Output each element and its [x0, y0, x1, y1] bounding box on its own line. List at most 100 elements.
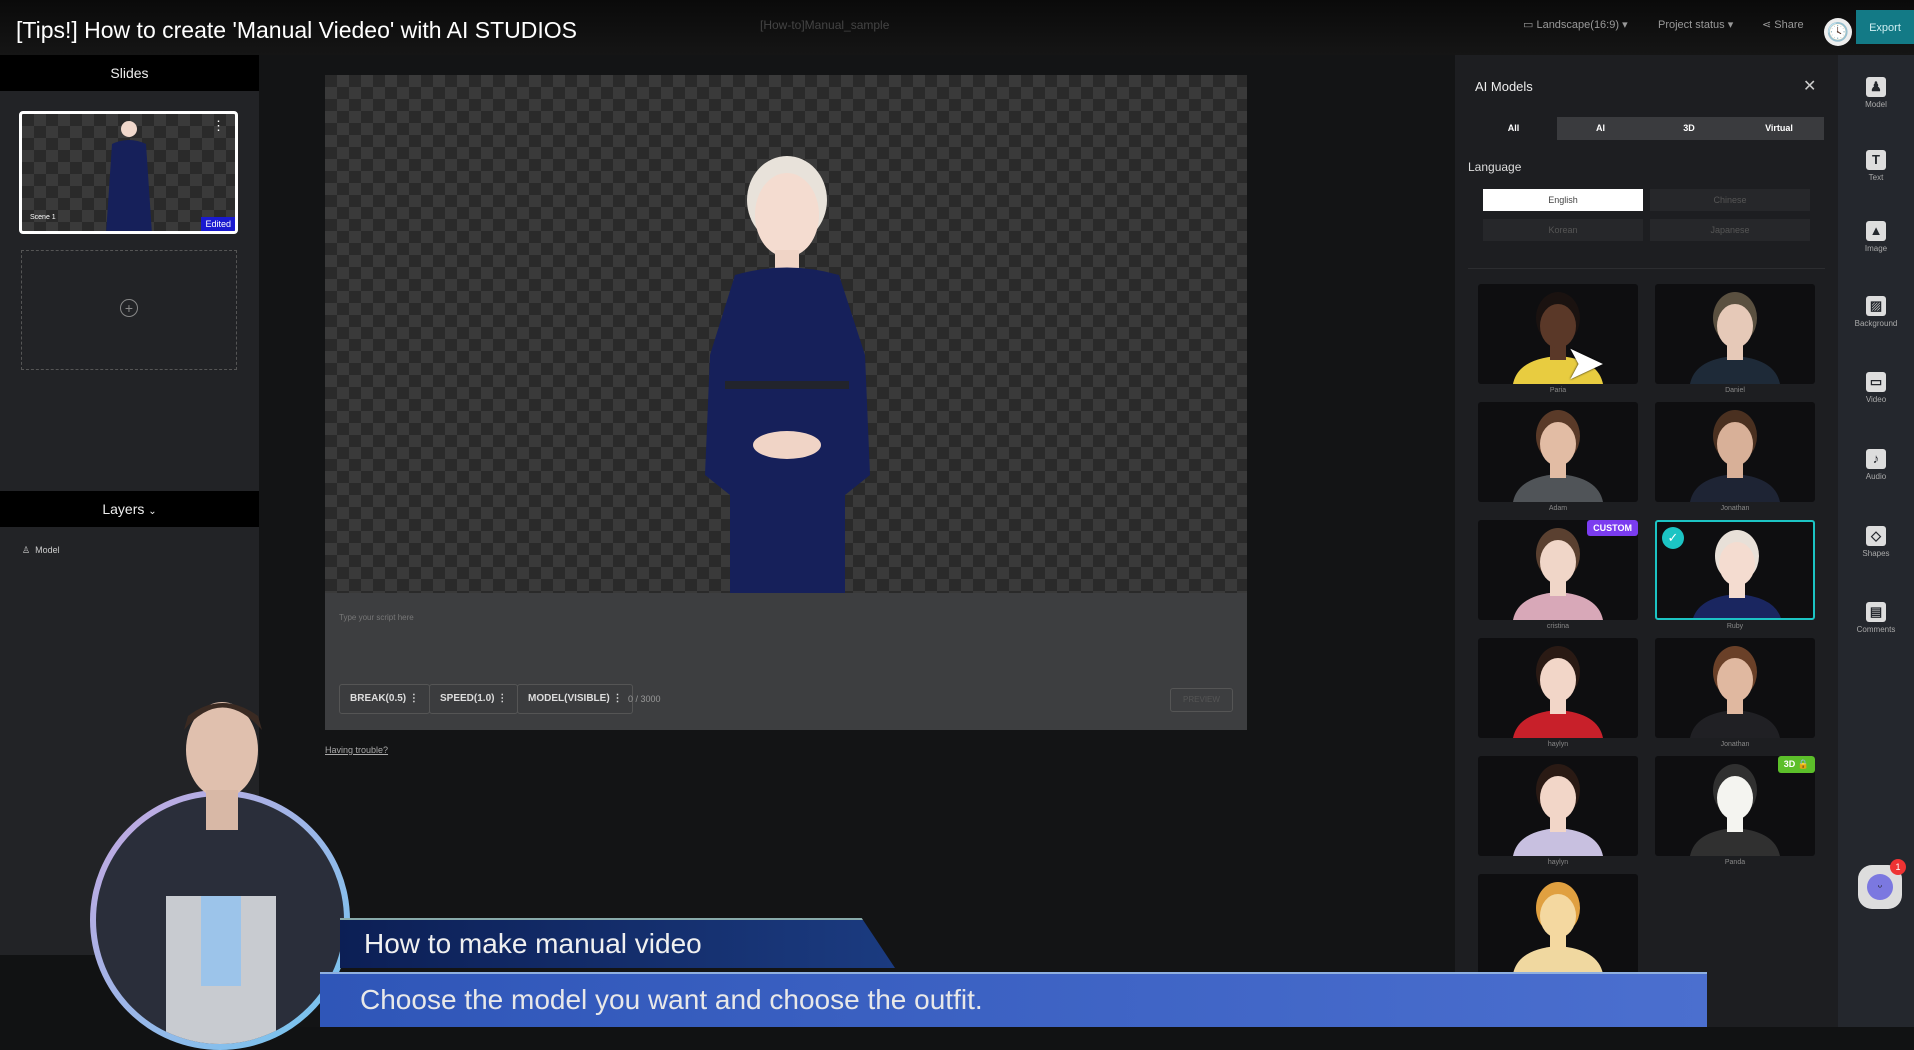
- character-counter: 0 / 3000: [628, 694, 661, 704]
- chatbot-button[interactable]: ᵕ 1: [1858, 859, 1906, 909]
- model-name: Paria: [1549, 387, 1567, 394]
- model-name: haylyn: [1547, 741, 1569, 748]
- model-name: Jonathan: [1720, 741, 1750, 748]
- watch-later-icon[interactable]: 🕓: [1824, 18, 1852, 46]
- model-name: haylyn: [1547, 859, 1569, 866]
- shapes-icon: ◇: [1866, 526, 1886, 546]
- model-visible-button[interactable]: MODEL(VISIBLE) ⋮: [517, 684, 634, 714]
- tool-label: Shapes: [1862, 549, 1890, 558]
- model-portrait: [1513, 410, 1603, 502]
- model-portrait: [1690, 646, 1780, 738]
- ai-models-title: AI Models: [1475, 79, 1533, 94]
- orientation-label: Landscape(16:9): [1536, 19, 1620, 31]
- break-button[interactable]: BREAK(0.5) ⋮: [339, 684, 430, 714]
- model-card[interactable]: [1478, 874, 1638, 974]
- tab-all[interactable]: All: [1470, 117, 1557, 140]
- preview-button[interactable]: PREVIEW: [1170, 688, 1233, 712]
- speed-label: SPEED(1.0): [440, 693, 495, 704]
- layer-item-model[interactable]: ♙ Model: [22, 545, 60, 556]
- chatbot-icon: ᵕ: [1867, 874, 1893, 900]
- model-card[interactable]: [1478, 638, 1638, 738]
- model-name: Jonathan: [1720, 505, 1750, 512]
- ruby-model-figure: [705, 156, 870, 593]
- project-status-dropdown[interactable]: Project status ▾: [1658, 18, 1733, 31]
- model-card[interactable]: [1478, 402, 1638, 502]
- tool-comments[interactable]: ▤ Comments: [1838, 602, 1914, 634]
- slides-header: Slides: [0, 55, 259, 91]
- model-card[interactable]: 3D 🔒: [1655, 756, 1815, 856]
- layers-label: Layers: [102, 501, 145, 517]
- model-name: cristina: [1546, 623, 1570, 630]
- model-card[interactable]: [1478, 756, 1638, 856]
- person-icon: ♙: [22, 545, 31, 555]
- model-portrait: [1513, 646, 1603, 738]
- model-name: Ruby: [1726, 623, 1744, 630]
- overlay-subtitle-banner: Choose the model you want and choose the…: [320, 972, 1707, 1027]
- model-card[interactable]: [1655, 638, 1815, 738]
- model-name: Panda: [1724, 859, 1746, 866]
- model-card[interactable]: [1655, 402, 1815, 502]
- presenter-head: [184, 702, 262, 830]
- model-portrait: [1513, 292, 1603, 384]
- orientation-dropdown[interactable]: ▭ Landscape(16:9) ▾: [1523, 18, 1628, 31]
- comments-icon: ▤: [1866, 602, 1886, 622]
- tool-label: Text: [1868, 173, 1884, 182]
- slide-thumbnail[interactable]: Scene 1 Edited ⋮: [19, 111, 238, 234]
- model-card[interactable]: ✓: [1655, 520, 1815, 620]
- selected-check-icon: ✓: [1662, 527, 1684, 549]
- model-card[interactable]: CUSTOM: [1478, 520, 1638, 620]
- tool-label: Audio: [1865, 472, 1887, 481]
- tool-model[interactable]: ♟ Model: [1838, 77, 1914, 109]
- script-editor[interactable]: Type your script here BREAK(0.5) ⋮ SPEED…: [325, 593, 1247, 730]
- audio-icon: ♪: [1866, 449, 1886, 469]
- tool-text[interactable]: T Text: [1838, 150, 1914, 182]
- video-icon: ▭: [1866, 372, 1886, 392]
- share-button[interactable]: ⋖ Share: [1762, 18, 1804, 31]
- tool-label: Background: [1854, 319, 1898, 328]
- model-card[interactable]: [1655, 284, 1815, 384]
- tool-shapes[interactable]: ◇ Shapes: [1838, 526, 1914, 558]
- tool-label: Model: [1865, 100, 1887, 109]
- close-icon[interactable]: ✕: [1803, 76, 1816, 96]
- overlay-subtitle: Choose the model you want and choose the…: [360, 984, 983, 1015]
- model-portrait: [1513, 882, 1603, 974]
- export-button[interactable]: Export: [1856, 10, 1914, 44]
- language-label: Language: [1468, 160, 1522, 174]
- language-english[interactable]: English: [1483, 189, 1643, 211]
- language-japanese[interactable]: Japanese: [1650, 219, 1810, 241]
- ai-models-panel: AI Models ✕ All AI 3D Virtual Language E…: [1455, 55, 1838, 1027]
- having-trouble-link[interactable]: Having trouble?: [325, 745, 388, 755]
- tool-label: Image: [1864, 244, 1888, 253]
- tool-label: Video: [1865, 395, 1887, 404]
- speed-button[interactable]: SPEED(1.0) ⋮: [429, 684, 519, 714]
- tool-audio[interactable]: ♪ Audio: [1838, 449, 1914, 481]
- layers-header[interactable]: Layers ⌄: [0, 491, 259, 527]
- tab-3d[interactable]: 3D: [1644, 117, 1734, 140]
- background-icon: ▨: [1866, 296, 1886, 316]
- model-name: Adam: [1548, 505, 1568, 512]
- edited-badge: Edited: [201, 217, 235, 231]
- divider: [1468, 268, 1825, 269]
- model-name: Daniel: [1725, 387, 1745, 394]
- slide-menu-icon[interactable]: ⋮: [212, 118, 225, 134]
- tab-virtual[interactable]: Virtual: [1734, 117, 1824, 140]
- tool-background[interactable]: ▨ Background: [1838, 296, 1914, 328]
- video-canvas[interactable]: [325, 75, 1247, 593]
- script-placeholder: Type your script here: [339, 613, 414, 622]
- video-title: [Tips!] How to create 'Manual Viedeo' wi…: [16, 17, 578, 43]
- language-korean[interactable]: Korean: [1483, 219, 1643, 241]
- scene-label: Scene 1: [30, 214, 56, 221]
- share-label: Share: [1774, 19, 1804, 31]
- project-status-label: Project status: [1658, 19, 1725, 31]
- export-label: Export: [1869, 22, 1901, 34]
- tool-video[interactable]: ▭ Video: [1838, 372, 1914, 404]
- tool-image[interactable]: ▲ Image: [1838, 221, 1914, 253]
- model-card[interactable]: [1478, 284, 1638, 384]
- tab-ai[interactable]: AI: [1557, 117, 1644, 140]
- project-name[interactable]: [How-to]Manual_sample: [760, 18, 889, 32]
- mouse-cursor-icon: ➤: [1565, 337, 1606, 390]
- image-icon: ▲: [1866, 221, 1886, 241]
- language-chinese[interactable]: Chinese: [1650, 189, 1810, 211]
- add-slide-button[interactable]: +: [21, 250, 237, 370]
- overlay-title-banner: How to make manual video: [340, 918, 895, 968]
